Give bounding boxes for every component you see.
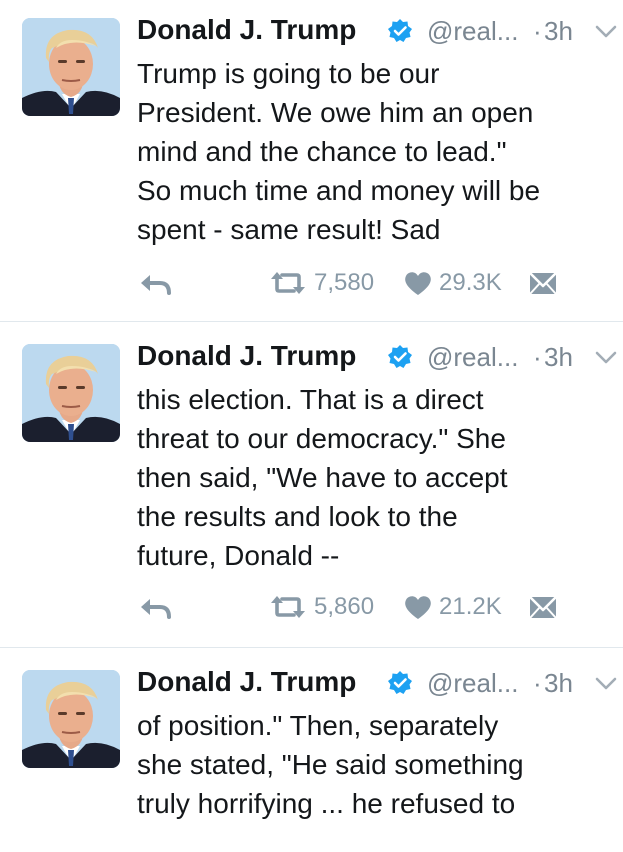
like-count: 21.2K xyxy=(439,593,502,620)
tweet-timeline: Donald J. Trump @real... · 3h Trump is g… xyxy=(0,0,623,819)
separator-dot: · xyxy=(533,342,542,372)
verified-badge-icon xyxy=(387,18,413,44)
tweet-timestamp[interactable]: 3h xyxy=(544,342,573,373)
heart-icon[interactable] xyxy=(404,594,432,620)
author-name[interactable]: Donald J. Trump xyxy=(137,340,356,372)
author-name[interactable]: Donald J. Trump xyxy=(137,666,356,698)
tweet-actions: 5,860 21.2K xyxy=(0,590,623,626)
avatar[interactable] xyxy=(22,670,120,768)
tweet-timestamp[interactable]: 3h xyxy=(544,16,573,47)
tweet-text: Trump is going to be our President. We o… xyxy=(137,58,541,245)
tweet-timestamp[interactable]: 3h xyxy=(544,668,573,699)
retweet-icon[interactable] xyxy=(268,594,308,620)
tweet-text: of position." Then, separately she state… xyxy=(137,710,524,819)
separator-dot: · xyxy=(533,668,542,698)
retweet-count: 7,580 xyxy=(314,269,375,296)
heart-icon[interactable] xyxy=(404,270,432,296)
tweet[interactable]: Donald J. Trump @real... · 3h this elect… xyxy=(0,326,623,648)
chevron-down-icon[interactable] xyxy=(594,24,618,40)
verified-badge-icon xyxy=(387,670,413,696)
envelope-icon[interactable] xyxy=(528,594,558,620)
tweet-header: Donald J. Trump @real... · 3h xyxy=(137,14,617,52)
envelope-icon[interactable] xyxy=(528,270,558,296)
tweet-actions: 7,580 29.3K xyxy=(0,266,623,302)
author-name[interactable]: Donald J. Trump xyxy=(137,14,356,46)
tweet-header: Donald J. Trump @real... · 3h xyxy=(137,340,617,378)
verified-badge-icon xyxy=(387,344,413,370)
retweet-icon[interactable] xyxy=(268,270,308,296)
avatar[interactable] xyxy=(22,344,120,442)
author-handle[interactable]: @real... xyxy=(427,342,518,373)
avatar[interactable] xyxy=(22,18,120,116)
tweet[interactable]: Donald J. Trump @real... · 3h Trump is g… xyxy=(0,0,623,322)
tweet[interactable]: Donald J. Trump @real... · 3h of positio… xyxy=(0,652,623,852)
author-handle[interactable]: @real... xyxy=(427,668,518,699)
chevron-down-icon[interactable] xyxy=(594,350,618,366)
author-handle[interactable]: @real... xyxy=(427,16,518,47)
like-count: 29.3K xyxy=(439,269,502,296)
tweet-header: Donald J. Trump @real... · 3h xyxy=(137,666,617,704)
reply-arrow-icon[interactable] xyxy=(138,596,172,620)
retweet-count: 5,860 xyxy=(314,593,375,620)
tweet-text: this election. That is a direct threat t… xyxy=(137,384,508,571)
separator-dot: · xyxy=(533,16,542,46)
chevron-down-icon[interactable] xyxy=(594,676,618,692)
reply-arrow-icon[interactable] xyxy=(138,272,172,296)
